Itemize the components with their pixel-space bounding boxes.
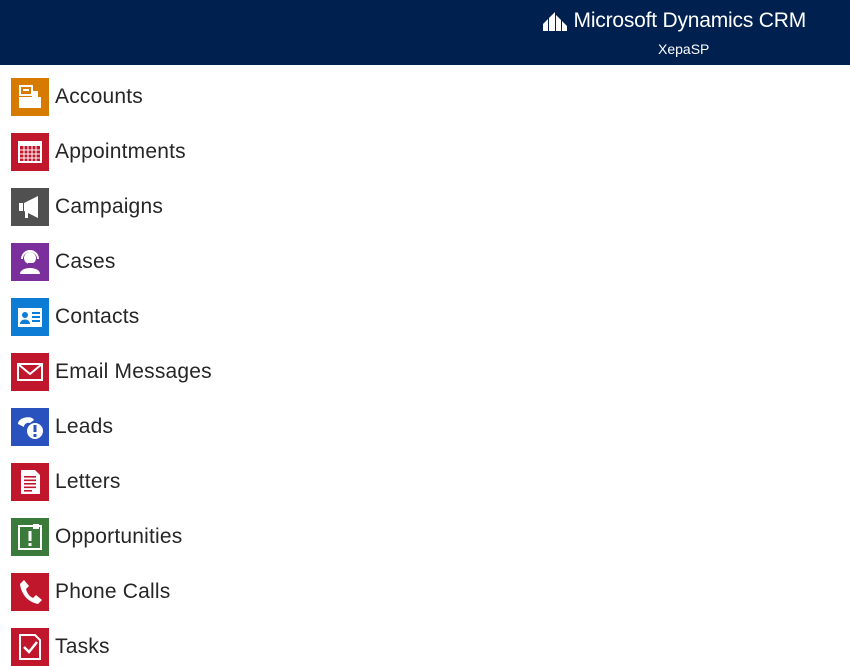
entity-item-phone-calls[interactable]: Phone Calls — [11, 573, 170, 611]
brand: Microsoft Dynamics CRM — [542, 7, 806, 35]
entity-label: Appointments — [55, 140, 186, 163]
entity-item-opportunities[interactable]: Opportunities — [11, 518, 183, 556]
entity-item-cases[interactable]: Cases — [11, 243, 116, 281]
entity-label: Cases — [55, 250, 116, 273]
phone-alert-icon — [11, 408, 49, 446]
support-agent-icon — [11, 243, 49, 281]
entity-item-accounts[interactable]: Accounts — [11, 78, 143, 116]
entity-label: Email Messages — [55, 360, 212, 383]
entity-item-tasks[interactable]: Tasks — [11, 628, 110, 666]
task-check-icon — [11, 628, 49, 666]
letter-icon — [11, 463, 49, 501]
organization-name: XepaSP — [658, 41, 710, 57]
entity-label: Tasks — [55, 635, 110, 658]
entity-label: Leads — [55, 415, 114, 438]
entity-label: Contacts — [55, 305, 140, 328]
dynamics-logo-icon — [542, 12, 567, 31]
phone-icon — [11, 573, 49, 611]
entity-item-email-messages[interactable]: Email Messages — [11, 353, 212, 391]
opportunity-icon — [11, 518, 49, 556]
app-header: Microsoft Dynamics CRM XepaSP — [0, 0, 850, 65]
entity-label: Accounts — [55, 85, 143, 108]
entity-label: Opportunities — [55, 525, 183, 548]
accounts-icon — [11, 78, 49, 116]
entity-label: Campaigns — [55, 195, 164, 218]
contact-card-icon — [11, 298, 49, 336]
entity-item-leads[interactable]: Leads — [11, 408, 113, 446]
brand-title: Microsoft Dynamics CRM — [573, 9, 807, 32]
entity-item-campaigns[interactable]: Campaigns — [11, 188, 163, 226]
entity-item-appointments[interactable]: Appointments — [11, 133, 186, 171]
entity-label: Phone Calls — [55, 580, 171, 603]
envelope-icon — [11, 353, 49, 391]
entity-item-contacts[interactable]: Contacts — [11, 298, 139, 336]
entity-item-letters[interactable]: Letters — [11, 463, 121, 501]
calendar-icon — [11, 133, 49, 171]
megaphone-icon — [11, 188, 49, 226]
entity-label: Letters — [55, 470, 121, 493]
